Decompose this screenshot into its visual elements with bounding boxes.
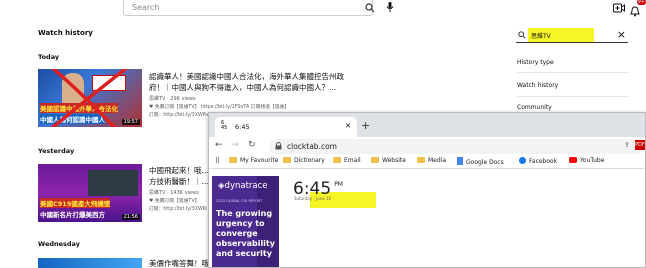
- folder-icon: [371, 157, 379, 163]
- notifications-button[interactable]: 9+: [630, 0, 646, 17]
- video-thumbnail[interactable]: 美國C919國產大飛機墜 中國新名片打爆美西方 21:56: [38, 164, 142, 222]
- history-type-label: History type: [517, 59, 554, 66]
- bookmark-email[interactable]: Email: [333, 157, 361, 164]
- lock-icon: [275, 142, 282, 150]
- bell-icon: [630, 6, 640, 17]
- video-channel[interactable]: 思維TV · 29K views: [149, 95, 196, 102]
- thumbnail-group: [88, 170, 138, 196]
- notification-badge: 9+: [636, 0, 646, 5]
- microphone-icon[interactable]: [386, 2, 394, 13]
- share-icon[interactable]: ⇪: [624, 141, 630, 149]
- facebook-icon: [519, 157, 526, 164]
- watch-history-link[interactable]: Watch history: [517, 82, 558, 89]
- bookmark-google-docs[interactable]: Google Docs: [457, 157, 504, 166]
- bookmark-facebook[interactable]: Facebook: [519, 157, 557, 165]
- bookmark-website[interactable]: Website: [371, 157, 406, 164]
- bookmark-media[interactable]: Media: [417, 157, 446, 164]
- tab-strip: 6 45 6:45 ✕ +: [209, 113, 645, 137]
- video-title[interactable]: 認識華人！美國認識中國人合法化，海外華人集體控告州政: [149, 71, 379, 82]
- video-title-line2[interactable]: 方技術醫斷！｜…: [149, 176, 209, 187]
- clock-ampm: PM: [334, 181, 343, 188]
- community-link[interactable]: Community: [517, 104, 552, 111]
- bookmarks-bar: ⠿ My Favourite Dictionary Email Website …: [209, 155, 645, 169]
- close-icon[interactable]: ×: [617, 28, 626, 41]
- video-description: ♥ 免費訂閱【思維TV】: [149, 199, 200, 204]
- section-wednesday: Wednesday: [38, 240, 80, 248]
- screen: Search 9+ Watch history Today Yesterday …: [0, 0, 646, 268]
- channel-name[interactable]: 思維TV: [149, 190, 165, 196]
- page-title: Watch history: [38, 29, 93, 37]
- video-title[interactable]: 美價作嘴答舞！哦…: [149, 258, 209, 268]
- address-bar[interactable]: clocktab.com ⇪ ★: [269, 139, 645, 154]
- browser-toolbar: ← → ↻ clocktab.com ⇪ ★: [209, 137, 645, 155]
- channel-name[interactable]: 思維TV: [149, 96, 165, 102]
- thumbnail-caption-2: 中國新名片打爆美西方: [40, 211, 105, 219]
- create-video-icon[interactable]: [613, 3, 625, 13]
- ad-subtitle: 2023 GLOBAL CIO REPORT: [216, 199, 263, 203]
- clock-favicon: 6 45: [221, 120, 228, 131]
- ad-logo: ◈dynatrace: [218, 181, 268, 191]
- pdf-extension-icon[interactable]: PDF: [635, 140, 645, 150]
- bookmark-my-favourite[interactable]: My Favourite: [229, 157, 278, 164]
- folder-icon: [417, 157, 425, 163]
- video-duration: 21:56: [121, 214, 140, 220]
- bookmark-dictionary[interactable]: Dictionary: [283, 157, 325, 164]
- divider: [517, 96, 629, 97]
- section-today: Today: [38, 53, 60, 61]
- view-count: 143K views: [170, 190, 199, 196]
- google-docs-icon: [457, 157, 463, 165]
- url-text: clocktab.com: [287, 142, 337, 151]
- tab-close-icon[interactable]: ✕: [345, 122, 351, 130]
- advertisement[interactable]: ◈dynatrace 2023 GLOBAL CIO REPORT The gr…: [212, 176, 279, 267]
- search-placeholder: Search: [132, 3, 160, 12]
- video-duration: 19:57: [121, 119, 140, 125]
- video-title[interactable]: 中國飛起來！哦…: [149, 165, 209, 176]
- bookmark-youtube[interactable]: YouTube: [569, 157, 604, 164]
- video-channel[interactable]: 思維TV · 143K views: [149, 189, 199, 196]
- search-icon[interactable]: [365, 3, 375, 13]
- reload-button[interactable]: ↻: [248, 140, 256, 150]
- video-title-line2[interactable]: 府！｜中國人與狗不得進入，中國人為何認識中國人？...: [149, 82, 379, 93]
- search-input[interactable]: Search: [123, 0, 373, 16]
- forward-button[interactable]: →: [231, 140, 239, 150]
- search-icon: [518, 31, 526, 39]
- page-content: ◈dynatrace 2023 GLOBAL CIO REPORT The gr…: [209, 170, 645, 267]
- video-thumbnail[interactable]: [38, 258, 142, 268]
- history-search-input[interactable]: 思維TV ×: [516, 27, 628, 43]
- back-button[interactable]: ←: [215, 140, 223, 150]
- tab-title: 6:45: [235, 123, 250, 131]
- ad-headline: The growing urgency to converge observab…: [216, 209, 275, 258]
- view-count: 29K views: [170, 96, 196, 102]
- divider: [517, 72, 629, 73]
- new-tab-button[interactable]: +: [361, 119, 370, 132]
- folder-icon: [333, 157, 341, 163]
- browser-window: 6 45 6:45 ✕ + ← → ↻ clocktab.com ⇪ ★ PDF…: [208, 112, 646, 268]
- video-thumbnail[interactable]: 美國認識中海外華人合法化 中國人為何認識中國人 19:57: [38, 69, 142, 127]
- section-yesterday: Yesterday: [38, 147, 75, 155]
- folder-icon: [283, 157, 291, 163]
- folder-icon: [229, 157, 237, 163]
- video-description-2: 訂閱：http://bit.ly/3XWRsLM 歡迎: [149, 207, 207, 212]
- youtube-icon: [569, 157, 577, 163]
- bookmark-apps-icon[interactable]: ⠿: [215, 157, 220, 165]
- clock-date: Saturday - June 10: [294, 196, 332, 201]
- history-search-value: 思維TV: [531, 33, 551, 40]
- thumbnail-caption: 美國C919國產大飛機墜: [40, 198, 111, 208]
- browser-tab[interactable]: 6 45 6:45 ✕: [215, 117, 357, 137]
- video-description: ♥ 免費訂閱【思維TV】 https://bit.ly/2FSoTA 訂閱頻道【…: [149, 105, 290, 110]
